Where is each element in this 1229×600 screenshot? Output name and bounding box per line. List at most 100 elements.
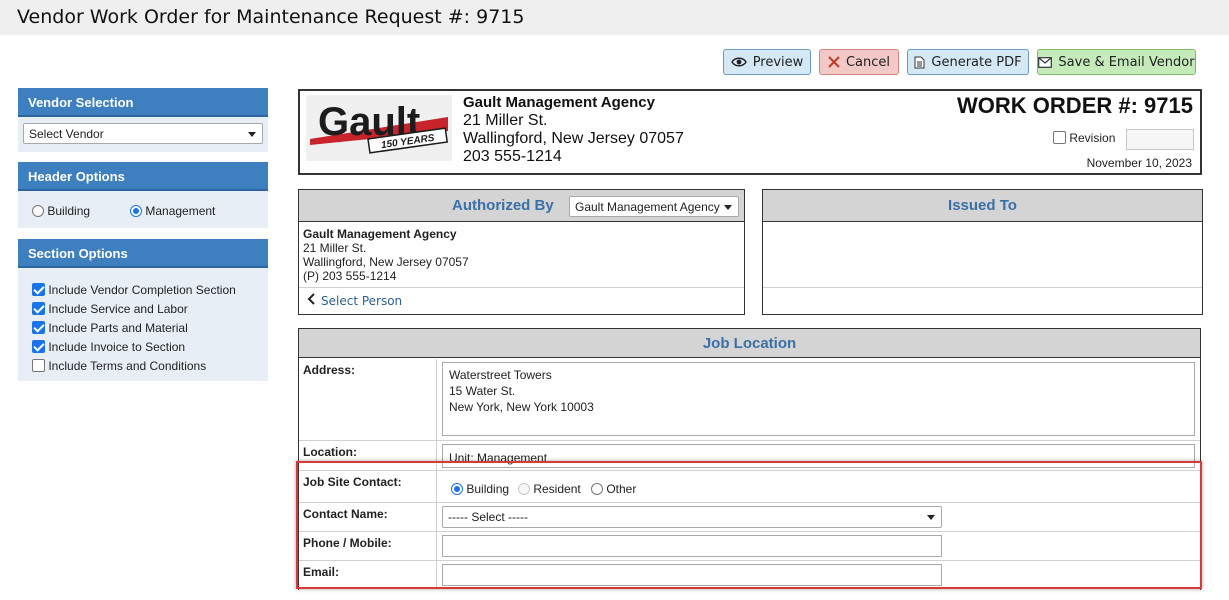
contact-option-other[interactable]: Other <box>591 482 636 496</box>
invoice-to-checkbox[interactable] <box>32 340 45 353</box>
authorized-by-section: Authorized By Gault Management Agency Ga… <box>298 189 745 315</box>
authorized-name: Gault Management Agency <box>303 227 457 241</box>
chevron-down-icon <box>927 515 935 520</box>
select-person-label: Select Person <box>321 293 403 308</box>
cancel-button[interactable]: Cancel <box>819 49 899 75</box>
section-option-label: Include Vendor Completion Section <box>48 283 236 297</box>
header-option-building[interactable]: Building <box>32 204 90 218</box>
authorized-address-line2: Wallingford, New Jersey 07057 <box>303 255 469 269</box>
divider <box>436 359 437 440</box>
header-options-panel: Building Management <box>18 191 268 228</box>
contact-resident-radio[interactable] <box>518 483 530 495</box>
section-option-label: Include Invoice to Section <box>48 340 186 354</box>
contact-other-radio[interactable] <box>591 483 603 495</box>
phone-row: Phone / Mobile: <box>299 532 1200 561</box>
revision-label: Revision <box>1069 131 1116 145</box>
email-input[interactable] <box>442 564 942 586</box>
agency-name: Gault Management Agency <box>463 94 655 111</box>
phone-label: Phone / Mobile: <box>303 536 392 550</box>
agency-address-line2: Wallingford, New Jersey 07057 <box>463 130 684 147</box>
phone-input[interactable] <box>442 535 942 557</box>
building-label: Building <box>47 204 91 218</box>
generate-pdf-button[interactable]: Generate PDF <box>907 49 1029 75</box>
divider <box>436 561 437 589</box>
section-option-service-labor[interactable]: Include Service and Labor <box>32 302 188 316</box>
job-location-title: Job Location <box>702 334 797 352</box>
building-radio[interactable] <box>32 205 44 217</box>
address-textarea[interactable]: Waterstreet Towers 15 Water St. New York… <box>442 362 1195 436</box>
eye-icon <box>730 56 747 68</box>
cancel-label: Cancel <box>845 54 891 70</box>
authorized-address-line1: 21 Miller St. <box>303 241 367 255</box>
section-option-label: Include Parts and Material <box>48 321 188 335</box>
revision-input[interactable] <box>1126 129 1194 150</box>
divider <box>436 532 437 560</box>
chevron-down-icon <box>248 132 256 137</box>
location-value: Unit: Management <box>449 451 548 465</box>
authorized-by-select-value: Gault Management Agency <box>575 200 720 214</box>
issued-to-title: Issued To <box>948 197 1017 214</box>
section-options-panel: Include Vendor Completion Section Includ… <box>18 268 268 381</box>
work-order-header: Gault 150 YEARS Gault Management Agency … <box>298 89 1202 175</box>
vendor-selection-panel: Select Vendor <box>18 117 268 152</box>
management-radio[interactable] <box>130 205 142 217</box>
contact-name-select[interactable]: ----- Select ----- <box>442 506 942 528</box>
contact-option-label: Building <box>466 482 510 496</box>
revision-option[interactable]: Revision <box>1053 131 1115 145</box>
job-location-header: Job Location <box>299 329 1200 358</box>
location-input[interactable]: Unit: Management <box>442 444 1195 468</box>
envelope-icon <box>1038 56 1053 68</box>
chevron-down-icon <box>724 205 732 210</box>
vendor-select-value: Select Vendor <box>29 127 104 141</box>
preview-button[interactable]: Preview <box>723 49 811 75</box>
save-email-vendor-button[interactable]: Save & Email Vendor <box>1037 49 1196 75</box>
section-options-header: Section Options <box>18 239 268 268</box>
parts-material-checkbox[interactable] <box>32 321 45 334</box>
agency-phone: 203 555-1214 <box>463 148 562 165</box>
title-bar: Vendor Work Order for Maintenance Reques… <box>0 0 1229 35</box>
revision-checkbox[interactable] <box>1053 131 1066 144</box>
job-site-contact-row: Job Site Contact: Building Resident Othe… <box>299 471 1200 503</box>
divider <box>436 441 437 470</box>
authorized-phone: (P) 203 555-1214 <box>303 269 397 283</box>
location-row: Location: Unit: Management <box>299 441 1200 471</box>
issued-to-section: Issued To <box>762 189 1203 315</box>
agency-address-line1: 21 Miller St. <box>463 112 548 129</box>
address-line: New York, New York 10003 <box>449 400 594 414</box>
address-row: Address: Waterstreet Towers 15 Water St.… <box>299 359 1200 441</box>
issued-to-header: Issued To <box>763 190 1202 222</box>
save-email-vendor-label: Save & Email Vendor <box>1058 54 1195 70</box>
section-option-parts-material[interactable]: Include Parts and Material <box>32 321 188 335</box>
header-options-header: Header Options <box>18 162 268 191</box>
contact-name-row: Contact Name: ----- Select ----- <box>299 503 1200 532</box>
generate-pdf-label: Generate PDF <box>931 54 1022 70</box>
address-line: 15 Water St. <box>449 384 516 398</box>
contact-name-label: Contact Name: <box>303 507 388 521</box>
section-option-label: Include Terms and Conditions <box>48 359 207 373</box>
email-label: Email: <box>303 565 340 579</box>
vendor-selection-header: Vendor Selection <box>18 88 268 117</box>
authorized-by-select[interactable]: Gault Management Agency <box>569 196 739 217</box>
address-label: Address: <box>303 363 356 377</box>
section-option-terms-conditions[interactable]: Include Terms and Conditions <box>32 359 206 373</box>
service-labor-checkbox[interactable] <box>32 302 45 315</box>
header-option-management[interactable]: Management <box>130 204 215 218</box>
section-option-vendor-completion[interactable]: Include Vendor Completion Section <box>32 283 236 297</box>
terms-conditions-checkbox[interactable] <box>32 359 45 372</box>
contact-option-building[interactable]: Building <box>451 482 509 496</box>
job-site-contact-label: Job Site Contact: <box>303 475 402 489</box>
job-location-section: Job Location Address: Waterstreet Towers… <box>298 328 1201 590</box>
select-person-link[interactable]: Select Person <box>307 293 402 308</box>
contact-name-value: ----- Select ----- <box>448 510 528 524</box>
vendor-completion-checkbox[interactable] <box>32 283 45 296</box>
page-title: Vendor Work Order for Maintenance Reques… <box>17 6 525 28</box>
work-order-number: WORK ORDER #: 9715 <box>957 93 1193 118</box>
vendor-select[interactable]: Select Vendor <box>23 123 263 144</box>
divider <box>299 287 744 288</box>
contact-building-radio[interactable] <box>451 483 463 495</box>
authorized-by-title: Authorized By <box>452 197 554 214</box>
section-option-invoice-to[interactable]: Include Invoice to Section <box>32 340 185 354</box>
management-label: Management <box>145 204 216 218</box>
contact-option-resident[interactable]: Resident <box>518 482 581 496</box>
address-line: Waterstreet Towers <box>449 368 552 382</box>
